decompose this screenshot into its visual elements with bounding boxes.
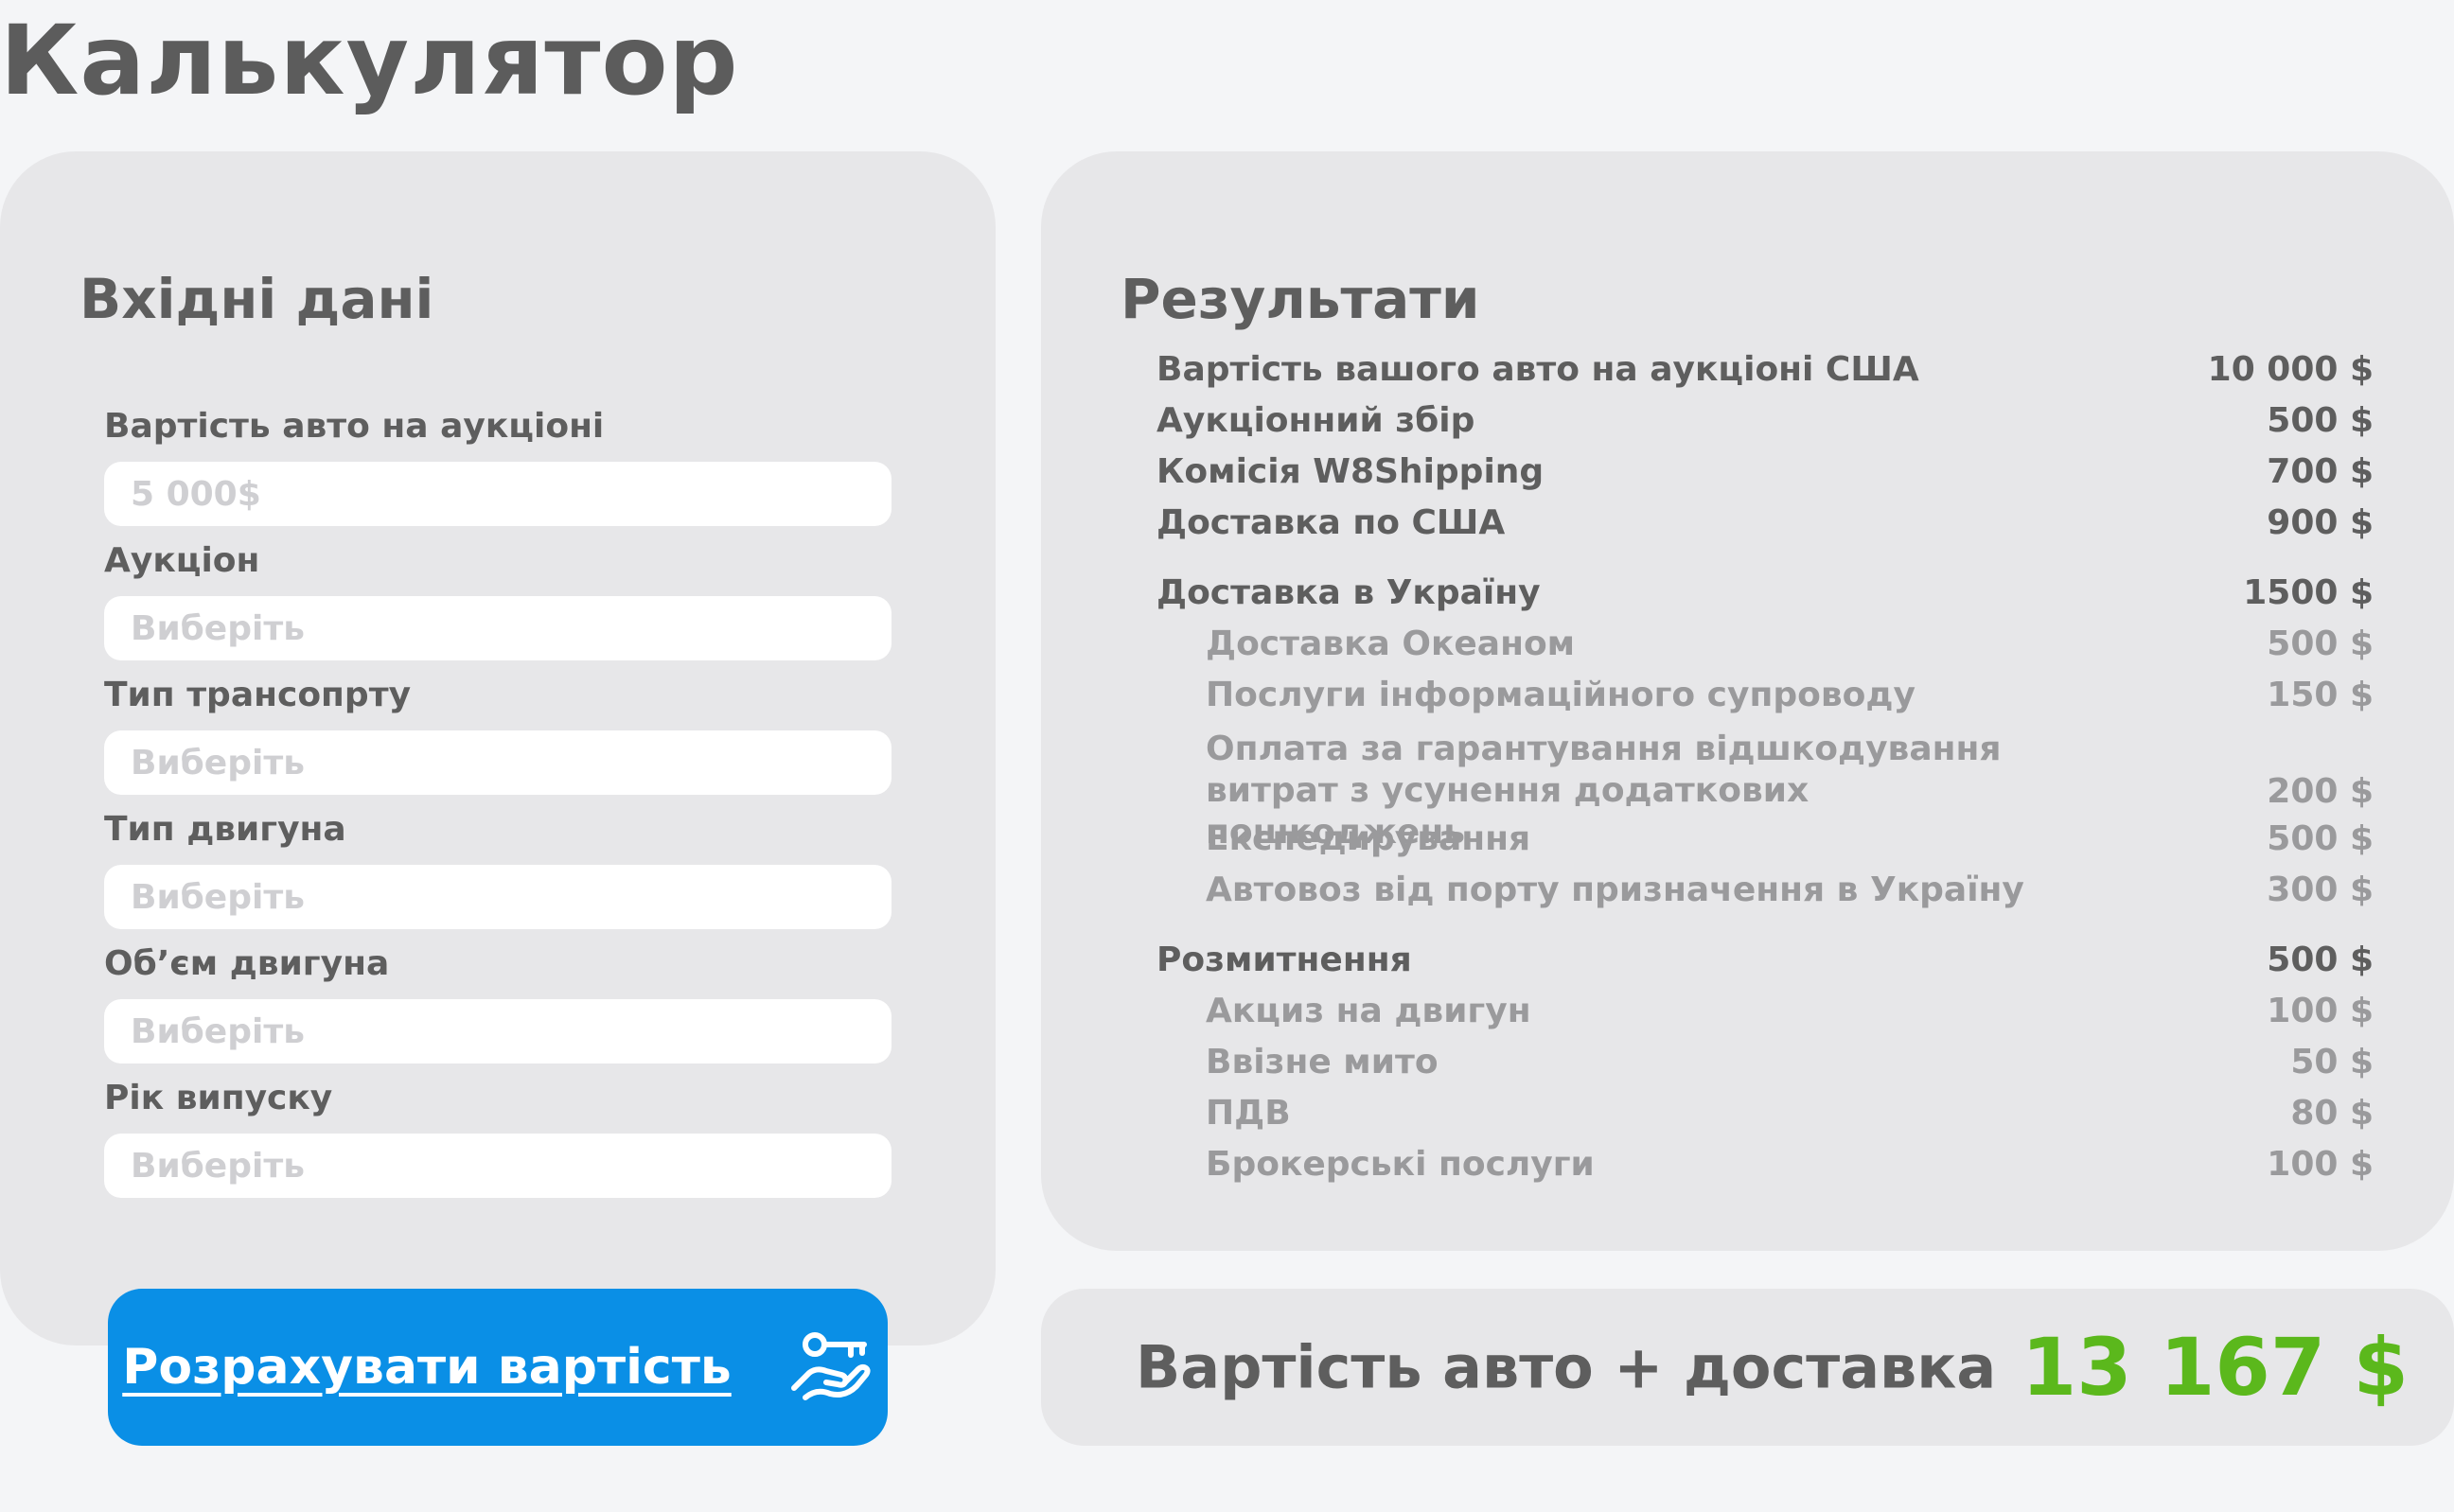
result-label: Доставка по США <box>1156 503 1506 542</box>
total-value: 13 167 $ <box>2021 1321 2409 1414</box>
result-value: 80 $ <box>2290 1094 2374 1133</box>
result-value: 300 $ <box>2267 870 2374 909</box>
result-subrow: Експедирування 500 $ <box>1206 819 2374 858</box>
vehicle-type-select[interactable]: Виберіть <box>104 730 892 795</box>
year-label: Рік випуску <box>104 1079 333 1117</box>
input-panel-heading: Вхідні дані <box>79 267 434 331</box>
result-label: Доставка Океаном <box>1206 624 1576 663</box>
result-value: 150 $ <box>2267 676 2374 714</box>
total-bar: Вартість авто + доставка 13 167 $ <box>1041 1289 2454 1446</box>
result-row: Доставка в Україну 1500 $ <box>1156 573 2374 612</box>
result-value: 100 $ <box>2267 992 2374 1030</box>
calculate-button[interactable]: Розрахувати вартість <box>108 1289 888 1446</box>
result-value: 700 $ <box>2267 452 2374 491</box>
result-label: Доставка в Україну <box>1156 573 1541 612</box>
result-label: Автовоз від порту призначення в Україну <box>1206 870 2024 909</box>
engine-type-select[interactable]: Виберіть <box>104 865 892 929</box>
auction-select[interactable]: Виберіть <box>104 596 892 660</box>
hand-key-icon <box>790 1332 871 1400</box>
result-subrow: Брокерські послуги 100 $ <box>1206 1145 2374 1184</box>
result-label: Розмитнення <box>1156 941 1412 979</box>
result-value: 500 $ <box>2267 624 2374 663</box>
auction-price-input[interactable]: 5 000$ <box>104 462 892 526</box>
page-title: Калькулятор <box>0 5 739 117</box>
result-subrow: Ввізне мито 50 $ <box>1206 1043 2374 1081</box>
result-subrow: Акциз на двигун 100 $ <box>1206 992 2374 1030</box>
result-row: Аукціонний збір 500 $ <box>1156 401 2374 440</box>
result-value: 1500 $ <box>2243 573 2374 612</box>
result-value: 50 $ <box>2290 1043 2374 1081</box>
result-value: 500 $ <box>2267 401 2374 440</box>
input-panel: Вхідні дані Вартість авто на аукціоні 5 … <box>0 151 996 1345</box>
result-subrow: Послуги інформаційного супроводу 150 $ <box>1206 676 2374 714</box>
result-value: 100 $ <box>2267 1145 2374 1184</box>
engine-volume-label: Об’єм двигуна <box>104 944 390 983</box>
result-row: Розмитнення 500 $ <box>1156 941 2374 979</box>
result-label: Вартість вашого авто на аукціоні США <box>1156 350 1919 389</box>
auction-label: Аукціон <box>104 541 260 580</box>
result-label: Аукціонний збір <box>1156 401 1475 440</box>
calculate-button-label: Розрахувати вартість <box>122 1339 732 1396</box>
result-label: Ввізне мито <box>1206 1043 1439 1081</box>
result-subrow: ПДВ 80 $ <box>1206 1094 2374 1133</box>
engine-type-label: Тип двигуна <box>104 810 346 849</box>
result-row: Вартість вашого авто на аукціоні США 10 … <box>1156 350 2374 389</box>
result-row: Комісія W8Shipping 700 $ <box>1156 452 2374 491</box>
vehicle-type-label: Тип трансопрту <box>104 676 412 714</box>
result-value: 10 000 $ <box>2207 350 2374 389</box>
result-label: Брокерські послуги <box>1206 1145 1595 1184</box>
results-panel-heading: Результати <box>1121 267 1480 331</box>
auction-price-label: Вартість авто на аукціоні <box>104 407 605 446</box>
calculator-page: Калькулятор Вхідні дані Вартість авто на… <box>0 0 2454 1512</box>
result-label: ПДВ <box>1206 1094 1291 1133</box>
result-row: Доставка по США 900 $ <box>1156 503 2374 542</box>
result-value: 500 $ <box>2267 819 2374 858</box>
result-subrow: Доставка Океаном 500 $ <box>1206 624 2374 663</box>
result-value: 500 $ <box>2267 941 2374 979</box>
result-value: 900 $ <box>2267 503 2374 542</box>
result-label: Експедирування <box>1206 819 1531 858</box>
engine-volume-select[interactable]: Виберіть <box>104 999 892 1064</box>
year-select[interactable]: Виберіть <box>104 1134 892 1198</box>
results-panel: Результати Вартість вашого авто на аукці… <box>1041 151 2454 1251</box>
result-label: Акциз на двигун <box>1206 992 1531 1030</box>
result-label: Комісія W8Shipping <box>1156 452 1545 491</box>
result-subrow: Автовоз від порту призначення в Україну … <box>1206 870 2374 909</box>
total-label: Вартість авто + доставка <box>1136 1332 1997 1402</box>
result-label: Послуги інформаційного супроводу <box>1206 676 1916 714</box>
result-value: 200 $ <box>2267 771 2374 811</box>
